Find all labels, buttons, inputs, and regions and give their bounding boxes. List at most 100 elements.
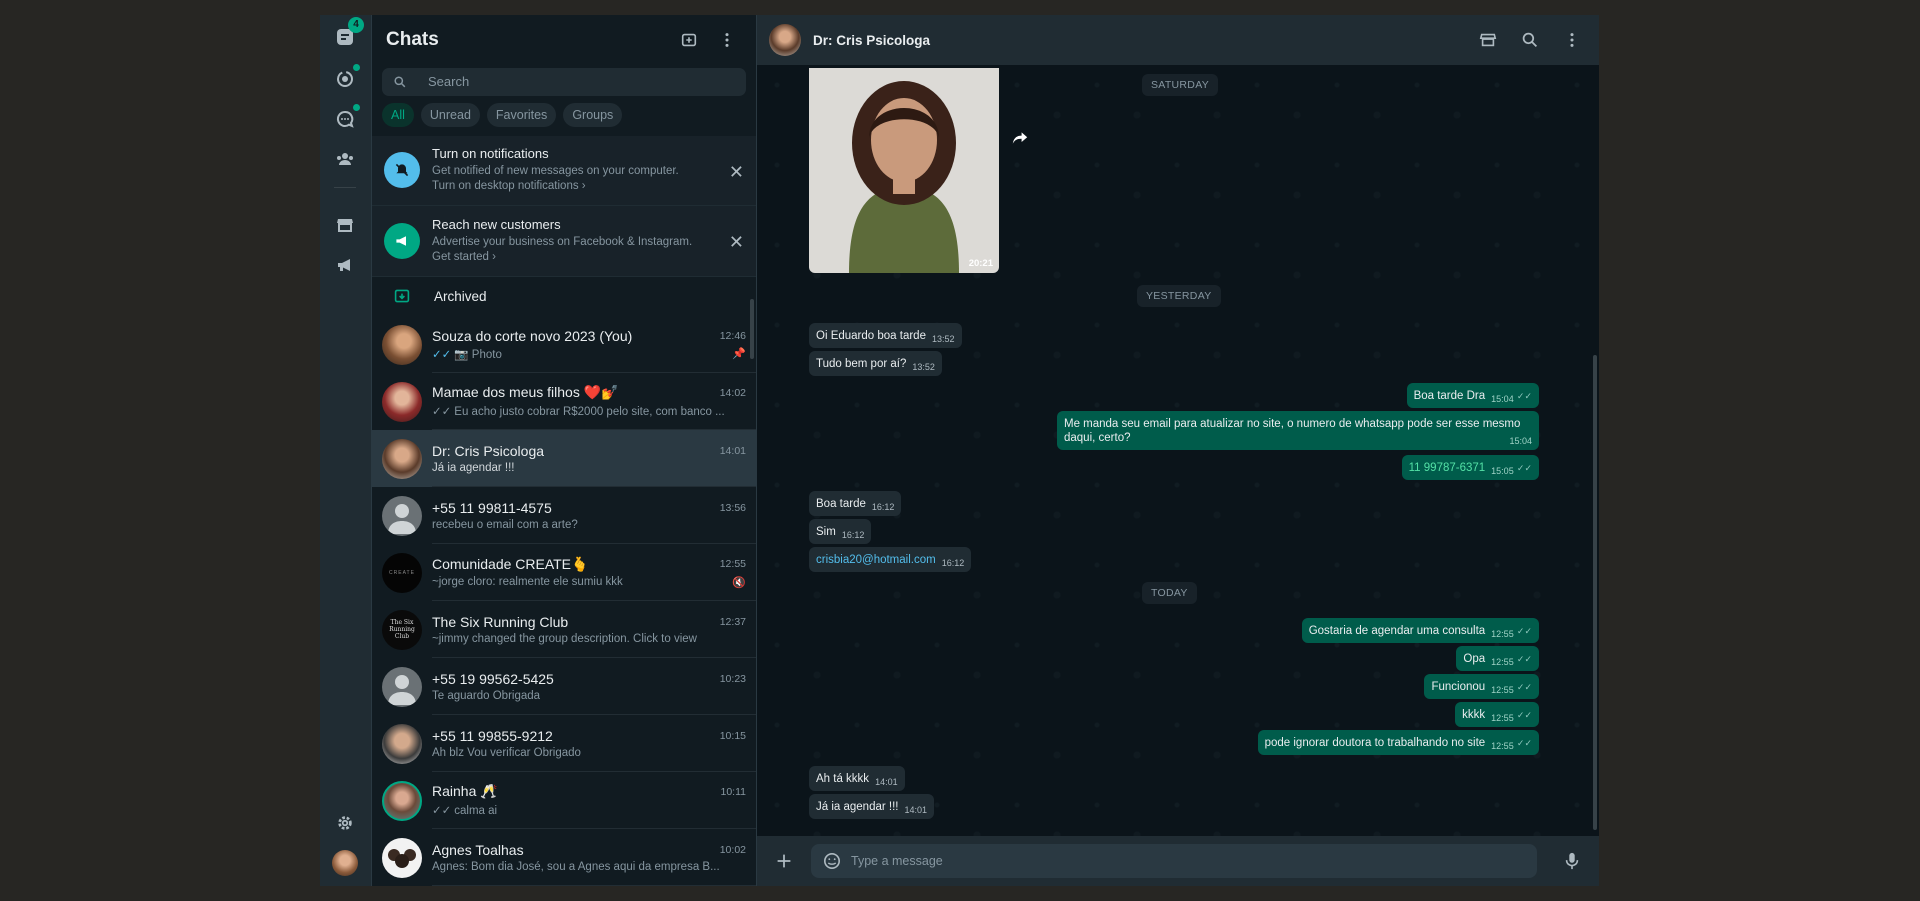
plus-icon bbox=[777, 854, 791, 868]
banner-text: Get notified of new messages on your com… bbox=[432, 165, 679, 178]
outgoing-message[interactable]: kkkk 12:55 ✓✓ bbox=[1455, 702, 1539, 727]
megaphone-icon bbox=[384, 222, 420, 259]
conversation-panel: Dr: Cris Psicologa 20:21 SATURDAY YESTER… bbox=[757, 15, 1599, 886]
search-box[interactable] bbox=[382, 68, 746, 96]
chat-list-item[interactable]: Souza do corte novo 2023 (You) 12:46 ✓✓ 📷 … bbox=[372, 316, 756, 374]
profile-avatar-button[interactable] bbox=[331, 849, 359, 877]
menu-button[interactable] bbox=[712, 25, 742, 55]
outgoing-message[interactable]: Gostaria de agendar uma consulta 12:55 ✓✓ bbox=[1301, 618, 1539, 643]
date-divider: YESTERDAY bbox=[1137, 285, 1221, 307]
message-text: Oi Eduardo boa tarde bbox=[816, 330, 926, 342]
channels-nav-button[interactable] bbox=[331, 104, 360, 133]
read-ticks: ✓✓ bbox=[432, 348, 452, 361]
sticker-icon[interactable] bbox=[823, 852, 841, 870]
attach-button[interactable] bbox=[769, 846, 799, 876]
filter-favorites[interactable]: Favorites bbox=[486, 102, 557, 127]
conversation-header[interactable]: Dr: Cris Psicologa bbox=[757, 15, 1599, 65]
conversation-menu-button[interactable] bbox=[1557, 25, 1587, 55]
message-text: pode ignorar doutora to trabalhando no s… bbox=[1264, 737, 1486, 749]
avatar: The Six Running Club bbox=[382, 609, 422, 650]
incoming-message[interactable]: Ah tá kkkk 14:01 bbox=[809, 766, 905, 791]
contact-avatar[interactable] bbox=[769, 24, 801, 56]
notifications-banner[interactable]: Turn on notifications Get notified of ne… bbox=[372, 135, 756, 207]
filter-groups[interactable]: Groups bbox=[563, 102, 623, 127]
voice-message-button[interactable] bbox=[1557, 846, 1587, 876]
new-chat-button[interactable] bbox=[674, 25, 704, 55]
chat-list-item-selected[interactable]: Dr: Cris Psicologa 14:01 Já ia agendar !!… bbox=[372, 430, 756, 488]
status-nav-button[interactable] bbox=[331, 64, 360, 93]
photo-portrait bbox=[809, 68, 999, 273]
chat-list-item[interactable]: Rainha 🥂 10:11 ✓✓ calma ai bbox=[372, 772, 756, 830]
message-input-box[interactable] bbox=[811, 844, 1537, 878]
message-scrollbar[interactable] bbox=[1593, 355, 1597, 830]
banner-link[interactable]: Get started › bbox=[432, 250, 692, 265]
image-message[interactable]: 20:21 bbox=[809, 68, 999, 273]
search-messages-button[interactable] bbox=[1515, 25, 1545, 55]
rail-divider bbox=[334, 187, 356, 188]
message-input[interactable] bbox=[849, 853, 1453, 869]
new-chat-icon bbox=[681, 33, 697, 46]
chat-time: 12:46 bbox=[719, 329, 746, 342]
outgoing-message[interactable]: Funcionou 12:55 ✓✓ bbox=[1424, 674, 1539, 699]
message-text: Funcionou bbox=[1431, 681, 1486, 693]
incoming-message[interactable]: crisbia20@hotmail.com 16:12 bbox=[809, 547, 972, 572]
outgoing-message[interactable]: 11 99787-6371 15:05 ✓✓ bbox=[1401, 455, 1539, 480]
catalog-button[interactable] bbox=[1473, 25, 1503, 55]
chat-time: 13:56 bbox=[719, 501, 746, 514]
outgoing-message[interactable]: pode ignorar doutora to trabalhando no s… bbox=[1257, 730, 1539, 755]
archive-icon bbox=[394, 289, 410, 303]
incoming-message[interactable]: Oi Eduardo boa tarde 13:52 bbox=[809, 323, 962, 348]
default-avatar-icon bbox=[382, 495, 422, 536]
chat-preview: calma ai bbox=[454, 805, 498, 818]
message-text: kkkk bbox=[1462, 709, 1486, 721]
communities-nav-button[interactable] bbox=[331, 145, 359, 173]
chat-list-scrollbar[interactable] bbox=[750, 299, 754, 359]
customers-banner[interactable]: Reach new customers Advertise your busin… bbox=[372, 206, 756, 277]
outgoing-message[interactable]: Opa 12:55 ✓✓ bbox=[1456, 646, 1539, 671]
catalog-nav-button[interactable] bbox=[331, 211, 359, 239]
chat-time: 14:01 bbox=[719, 444, 746, 457]
archived-row[interactable]: Archived bbox=[372, 277, 756, 316]
chat-list-item[interactable]: +55 11 99855-9212 10:15 Ah blz Vou verifi… bbox=[372, 715, 756, 773]
message-list[interactable]: 20:21 SATURDAY YESTERDAY TODAY Oi Eduard… bbox=[757, 65, 1599, 836]
filter-unread[interactable]: Unread bbox=[420, 102, 480, 127]
incoming-message[interactable]: Sim 16:12 bbox=[809, 519, 872, 544]
close-icon[interactable]: ✕ bbox=[729, 232, 744, 253]
avatar: CREATE bbox=[382, 552, 422, 593]
message-time: 16:12 bbox=[941, 558, 965, 568]
avatar bbox=[382, 324, 422, 365]
chat-list-item[interactable]: Agnes Toalhas 10:02 Agnes: Bom dia José, … bbox=[372, 829, 756, 887]
photo-timestamp: 20:21 bbox=[968, 258, 993, 269]
banner-link[interactable]: Turn on desktop notifications › bbox=[432, 179, 679, 194]
chat-list-item[interactable]: Mamae dos meus filhos ❤️💅 14:02 ✓✓ Eu acho… bbox=[372, 373, 756, 431]
read-ticks: ✓✓ bbox=[432, 406, 452, 419]
close-icon[interactable]: ✕ bbox=[729, 162, 744, 183]
chat-preview: Agnes: Bom dia José, sou a Agnes aqui da… bbox=[432, 860, 720, 873]
incoming-message[interactable]: Já ia agendar !!! 14:01 bbox=[809, 794, 935, 819]
whatsapp-window: 4 Chats Search All Unread Favorites Grou… bbox=[320, 15, 1599, 887]
chat-list-item[interactable]: +55 19 99562-5425 10:23 Te aguardo Obriga… bbox=[372, 658, 756, 716]
chat-list-item[interactable]: CREATE Comunidade CREATE🫰 12:55 ~jorge cl… bbox=[372, 544, 756, 602]
read-ticks: ✓✓ bbox=[432, 805, 452, 818]
chats-nav-button[interactable]: 4 bbox=[331, 17, 364, 51]
contact-name[interactable]: Dr: Cris Psicologa bbox=[813, 33, 1465, 48]
chat-name: +55 19 99562-5425 bbox=[432, 670, 554, 687]
search-input[interactable] bbox=[426, 73, 710, 91]
incoming-message[interactable]: Tudo bem por aí? 13:52 bbox=[809, 351, 942, 376]
phone-link[interactable]: 11 99787-6371 bbox=[1409, 462, 1486, 474]
email-link[interactable]: crisbia20@hotmail.com bbox=[816, 554, 936, 566]
outgoing-message[interactable]: Boa tarde Dra 15:04 ✓✓ bbox=[1406, 383, 1539, 408]
date-divider: TODAY bbox=[1142, 582, 1197, 604]
filter-all[interactable]: All bbox=[382, 102, 414, 127]
outgoing-message[interactable]: Me manda seu email para atualizar no sit… bbox=[1057, 411, 1539, 450]
advertise-nav-button[interactable] bbox=[331, 251, 359, 279]
incoming-message[interactable]: Boa tarde 16:12 bbox=[809, 491, 902, 516]
settings-nav-button[interactable] bbox=[331, 809, 359, 837]
avatar bbox=[382, 780, 422, 821]
chat-list-item[interactable]: The Six Running Club The Six Running Club 1… bbox=[372, 601, 756, 659]
chat-list-item[interactable]: +55 11 99811-4575 13:56 recebeu o email c… bbox=[372, 487, 756, 545]
chat-name: Agnes Toalhas bbox=[432, 841, 524, 858]
banner-title: Turn on notifications bbox=[432, 146, 549, 162]
chat-name: +55 11 99811-4575 bbox=[432, 499, 552, 516]
forward-icon[interactable] bbox=[1009, 127, 1031, 149]
